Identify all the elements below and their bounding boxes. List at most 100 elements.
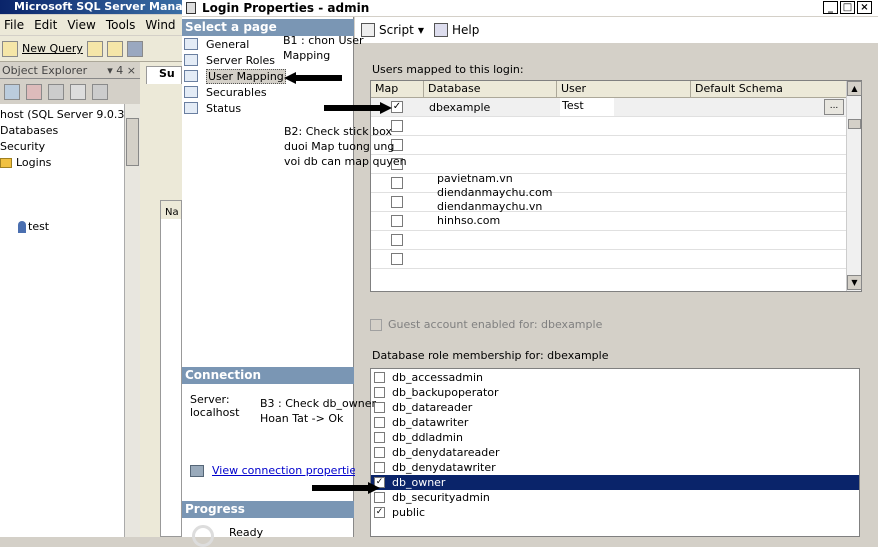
scroll-down-icon[interactable]: ▼: [847, 275, 862, 290]
col-default-schema[interactable]: Default Schema: [691, 81, 847, 98]
object-explorer-scrollbar[interactable]: [124, 104, 140, 537]
role-name: db_accessadmin: [392, 371, 483, 384]
map-checkbox[interactable]: [391, 215, 403, 227]
ssms-toolbar: New Query: [0, 36, 182, 62]
dialog-icon: [186, 2, 196, 14]
role-item[interactable]: db_accessadmin: [371, 370, 859, 385]
menu-view[interactable]: View: [67, 18, 95, 32]
connect-icon[interactable]: [4, 84, 20, 100]
server-value: localhost: [190, 406, 240, 419]
summary-tab[interactable]: Su: [146, 66, 182, 84]
new-file-icon[interactable]: [86, 40, 103, 57]
page-user-mapping[interactable]: User Mapping: [184, 68, 286, 84]
grid-row[interactable]: [371, 231, 847, 250]
script-dropdown-icon[interactable]: ▼: [418, 26, 424, 35]
col-database[interactable]: Database: [424, 81, 557, 98]
tree-logins[interactable]: Logins: [0, 156, 51, 169]
page-general[interactable]: General: [184, 36, 249, 52]
view-connection-link[interactable]: View connection properties: [190, 463, 362, 478]
maximize-button[interactable]: □: [840, 1, 855, 14]
map-checkbox[interactable]: [391, 234, 403, 246]
grid-database: dbexample: [429, 101, 491, 114]
save-icon[interactable]: [126, 40, 143, 57]
arrow-right-icon: [312, 482, 380, 494]
annotation-line: Mapping: [283, 49, 331, 62]
grid-row[interactable]: ✓ dbexample Test ...: [371, 98, 847, 117]
role-item[interactable]: db_datawriter: [371, 415, 859, 430]
page-icon: [184, 86, 198, 98]
dialog-title: Login Properties - admin: [202, 1, 370, 15]
page-status[interactable]: Status: [184, 100, 241, 116]
menu-window[interactable]: Wind: [145, 18, 175, 32]
col-map[interactable]: Map: [371, 81, 424, 98]
close-button[interactable]: ×: [857, 1, 872, 14]
map-checkbox[interactable]: [391, 253, 403, 265]
object-explorer-header: Object Explorer ▾ 4 ×: [0, 62, 140, 79]
role-item-selected[interactable]: ✓ db_owner: [371, 475, 859, 490]
tree-login-test[interactable]: test: [18, 220, 49, 233]
page-securables[interactable]: Securables: [184, 84, 267, 100]
grid-scrollbar[interactable]: ▲ ▼: [846, 81, 862, 291]
role-name: db_securityadmin: [392, 491, 490, 504]
grid-scroll-thumb[interactable]: [848, 119, 861, 129]
guest-account-option: Guest account enabled for: dbexample: [370, 318, 602, 331]
role-item[interactable]: db_datareader: [371, 400, 859, 415]
menu-tools[interactable]: Tools: [106, 18, 136, 32]
watermark-line: pavietnam.vn: [437, 172, 513, 185]
role-item[interactable]: db_securityadmin: [371, 490, 859, 505]
page-icon: [184, 102, 198, 114]
menu-file[interactable]: File: [4, 18, 24, 32]
role-checkbox[interactable]: [374, 447, 385, 458]
grid-row[interactable]: [371, 117, 847, 136]
role-name: db_ddladmin: [392, 431, 463, 444]
role-item[interactable]: db_denydatawriter: [371, 460, 859, 475]
view-connection-text: View connection properties: [212, 464, 362, 477]
role-checkbox[interactable]: [374, 462, 385, 473]
role-item[interactable]: ✓ public: [371, 505, 859, 520]
tree-server[interactable]: host (SQL Server 9.0.304: [0, 108, 138, 121]
disconnect-icon[interactable]: [26, 84, 42, 100]
role-item[interactable]: db_backupoperator: [371, 385, 859, 400]
script-button[interactable]: Script: [379, 23, 414, 37]
help-button[interactable]: Help: [452, 23, 479, 37]
dialog-title-bar: Login Properties - admin _ □ ×: [182, 0, 878, 16]
scroll-up-icon[interactable]: ▲: [847, 81, 862, 96]
annotation-b2: B2: Check stick box duoi Map tuong ung v…: [284, 124, 407, 169]
refresh-icon[interactable]: [70, 84, 86, 100]
minimize-button[interactable]: _: [823, 1, 838, 14]
map-checkbox[interactable]: ✓: [391, 101, 403, 113]
guest-checkbox: [370, 318, 382, 331]
page-icon: [184, 70, 198, 82]
page-server-roles[interactable]: Server Roles: [184, 52, 275, 68]
ssms-title: Microsoft SQL Server Manage: [14, 0, 182, 13]
page-icon: [184, 54, 198, 66]
schema-browse-button[interactable]: ...: [824, 99, 844, 115]
annotation-line: B2: Check stick box: [284, 125, 392, 138]
tree-login-test-label: test: [28, 220, 50, 233]
pin-close-icons[interactable]: ▾ 4 ×: [107, 64, 140, 77]
map-checkbox[interactable]: [391, 177, 403, 189]
col-user[interactable]: User: [557, 81, 691, 98]
role-checkbox[interactable]: [374, 372, 385, 383]
role-item[interactable]: db_denydatareader: [371, 445, 859, 460]
role-checkbox[interactable]: [374, 432, 385, 443]
grid-row[interactable]: [371, 250, 847, 269]
grid-row[interactable]: [371, 136, 847, 155]
menu-edit[interactable]: Edit: [34, 18, 57, 32]
role-item[interactable]: db_ddladmin: [371, 430, 859, 445]
object-explorer-toolbar: [0, 80, 140, 104]
tree-databases[interactable]: Databases: [0, 124, 58, 137]
new-query-button[interactable]: New Query: [22, 42, 83, 55]
progress-header: Progress: [182, 501, 354, 518]
map-checkbox[interactable]: [391, 196, 403, 208]
page-selector-pane: Select a page General Server Roles User …: [182, 17, 362, 547]
stop-icon[interactable]: [48, 84, 64, 100]
users-mapped-grid: Map Database User Default Schema ✓ dbexa…: [370, 80, 862, 292]
scroll-thumb[interactable]: [126, 118, 139, 166]
summary-list: Na: [160, 200, 182, 537]
open-folder-icon[interactable]: [106, 40, 123, 57]
grid-user-input[interactable]: Test: [560, 98, 614, 116]
filter-icon[interactable]: [92, 84, 108, 100]
role-checkbox[interactable]: ✓: [374, 507, 385, 518]
tree-security[interactable]: Security: [0, 140, 45, 153]
